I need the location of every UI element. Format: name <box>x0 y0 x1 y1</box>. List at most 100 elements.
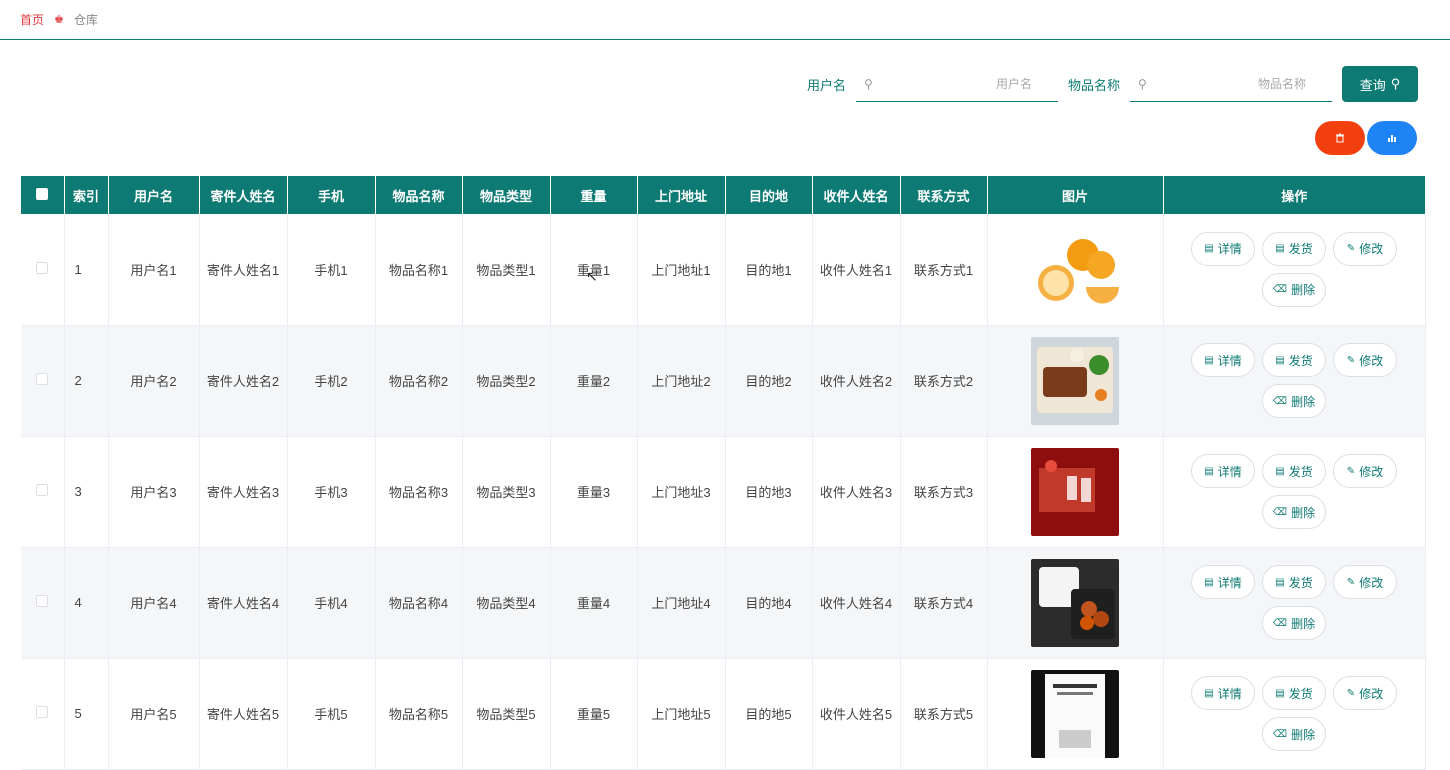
delete-button[interactable]: ⌫ 删除 <box>1262 384 1326 418</box>
item-type-cell: 物品类型2 <box>462 325 551 437</box>
document-icon: ▤ <box>1204 687 1214 699</box>
sender-name-cell: 寄件人姓名3 <box>199 436 288 548</box>
row-checkbox[interactable] <box>36 373 49 385</box>
delete-button[interactable]: ⌫ 删除 <box>1262 606 1326 640</box>
search-icon: ⚲ <box>863 76 873 91</box>
detail-button[interactable]: ▤ 详情 <box>1191 231 1255 266</box>
item-name-cell: 物品名称4 <box>375 547 463 659</box>
item-image-bento-meat[interactable] <box>1031 336 1119 425</box>
edit-label: 修改 <box>1359 242 1384 257</box>
breadcrumb-home[interactable]: 首页 <box>20 11 44 28</box>
detail-button[interactable]: ▤ 详情 <box>1191 343 1255 377</box>
delete-label: 删除 <box>1291 505 1316 520</box>
weight-cell: 重量5 <box>550 658 638 770</box>
edit-button[interactable]: ✎ 修改 <box>1333 343 1397 377</box>
table-row[interactable]: 5 用户名5 寄件人姓名5 手机5 物品名称5 物品类型5 重量5 上门地址5 目的地5 收件人姓… <box>21 658 1426 770</box>
destination-cell: 目的地3 <box>725 436 813 548</box>
username-label: 用户名 <box>806 77 846 93</box>
item-name-input[interactable] <box>1151 76 1324 91</box>
column-header: 寄件人姓名 <box>199 176 288 214</box>
ship-button[interactable]: ▤ 发货 <box>1262 676 1326 710</box>
detail-button[interactable]: ▤ 详情 <box>1191 565 1255 599</box>
select-all-checkbox[interactable] <box>36 187 49 200</box>
query-button[interactable]: 查询 ⚲ <box>1342 66 1418 102</box>
delete-button[interactable]: ⌫ 删除 <box>1262 717 1326 751</box>
sender-name-cell: 寄件人姓名2 <box>199 325 288 437</box>
table-row[interactable]: 2 用户名2 寄件人姓名2 手机2 物品名称2 物品类型2 重量2 上门地址2 目的地2 收件人姓… <box>21 325 1426 437</box>
username-cell: 用户名4 <box>108 547 200 659</box>
mouse-cursor-icon: ↖ <box>586 268 598 284</box>
destination-cell: 目的地2 <box>725 325 813 437</box>
delete-button[interactable]: ⌫ 删除 <box>1262 272 1326 307</box>
sender-name-cell: 寄件人姓名5 <box>199 658 288 770</box>
index-cell: 5 <box>64 658 109 770</box>
pickup-address-cell: 上门地址1 <box>637 214 726 326</box>
row-checkbox[interactable] <box>36 706 49 718</box>
ship-button[interactable]: ▤ 发货 <box>1262 343 1326 377</box>
delete-label: 删除 <box>1291 727 1316 742</box>
item-name-label: 物品名称 <box>1067 77 1120 93</box>
image-cell <box>987 658 1164 770</box>
row-checkbox[interactable] <box>36 261 49 274</box>
phone-cell: 手机3 <box>287 436 376 548</box>
row-actions: ▤ 详情 ▤ 发货 ✎ 修改 ⌫ 删除 <box>1184 231 1404 307</box>
ship-button[interactable]: ▤ 发货 <box>1262 454 1326 488</box>
item-image-rice-chicken[interactable] <box>1031 558 1119 647</box>
table-header-row: 索引 用户名 寄件人姓名 手机 物品名称 物品类型 重量 上门地址 目的地 收件… <box>21 176 1425 214</box>
ship-button[interactable]: ▤ 发货 <box>1262 231 1326 266</box>
data-table: 索引 用户名 寄件人姓名 手机 物品名称 物品类型 重量 上门地址 目的地 收件… <box>21 176 1426 770</box>
edit-button[interactable]: ✎ 修改 <box>1333 565 1397 599</box>
delete-button[interactable]: ⌫ 删除 <box>1262 495 1326 529</box>
item-type-cell: 物品类型3 <box>462 436 551 548</box>
document-icon: ▤ <box>1204 465 1214 477</box>
pencil-icon: ✎ <box>1346 465 1356 477</box>
username-input[interactable] <box>876 76 1050 91</box>
row-select-cell <box>21 436 65 548</box>
image-cell <box>987 325 1164 437</box>
detail-button[interactable]: ▤ 详情 <box>1191 454 1255 488</box>
bulk-actions <box>1315 121 1417 155</box>
query-label: 查询 <box>1359 77 1386 93</box>
edit-button[interactable]: ✎ 修改 <box>1333 231 1397 266</box>
column-header: 物品类型 <box>462 176 551 214</box>
actions-cell: ▤ 详情 ▤ 发货 ✎ 修改 ⌫ 删除 <box>1163 547 1426 659</box>
table-row[interactable]: 4 用户名4 寄件人姓名4 手机4 物品名称4 物品类型4 重量4 上门地址4 目的地4 收件人姓… <box>21 547 1426 659</box>
trash-icon: ⌫ <box>1272 284 1288 296</box>
document-icon: ▤ <box>1275 687 1285 699</box>
pencil-icon: ✎ <box>1346 243 1356 255</box>
column-header: 重量 <box>550 176 638 214</box>
edit-label: 修改 <box>1359 353 1384 368</box>
receiver-name-cell: 收件人姓名4 <box>812 547 901 659</box>
table-row[interactable]: 1 用户名1 寄件人姓名1 手机1 物品名称1 物品类型1 重量1 上门地址1 目的地1 收件人姓… <box>21 214 1426 326</box>
row-checkbox[interactable] <box>36 595 49 607</box>
column-header: 物品名称 <box>375 176 463 214</box>
ship-button[interactable]: ▤ 发货 <box>1262 565 1326 599</box>
column-header: 收件人姓名 <box>812 176 901 214</box>
weight-cell: 重量2 <box>550 325 638 437</box>
item-image-red-gift-box[interactable] <box>1031 447 1119 536</box>
edit-label: 修改 <box>1359 464 1384 479</box>
edit-button[interactable]: ✎ 修改 <box>1333 676 1397 710</box>
detail-button[interactable]: ▤ 详情 <box>1191 676 1255 710</box>
item-image-oranges[interactable] <box>1031 225 1119 314</box>
row-checkbox[interactable] <box>36 484 49 496</box>
actions-cell: ▤ 详情 ▤ 发货 ✎ 修改 ⌫ 删除 <box>1163 658 1426 770</box>
weight-cell: 重量3 <box>550 436 638 548</box>
phone-cell: 手机5 <box>287 658 376 770</box>
ship-label: 发货 <box>1288 686 1313 701</box>
item-type-cell: 物品类型5 <box>462 658 551 770</box>
edit-button[interactable]: ✎ 修改 <box>1333 454 1397 488</box>
delete-label: 删除 <box>1291 616 1316 631</box>
search-icon: ⚲ <box>1390 76 1401 91</box>
statistics-button[interactable] <box>1367 121 1417 155</box>
bulk-delete-button[interactable] <box>1315 121 1365 155</box>
document-icon: ▤ <box>1275 354 1285 366</box>
ship-label: 发货 <box>1288 353 1313 368</box>
item-image-book[interactable] <box>1031 669 1119 758</box>
item-name-field: ⚲ <box>1130 66 1332 102</box>
destination-cell: 目的地5 <box>725 658 813 770</box>
table-row[interactable]: 3 用户名3 寄件人姓名3 手机3 物品名称3 物品类型3 重量3 上门地址3 目的地3 收件人姓… <box>21 436 1426 548</box>
username-cell: 用户名1 <box>108 214 200 326</box>
search-bar: 用户名 ⚲ 物品名称 ⚲ 查询 ⚲ <box>807 66 1418 102</box>
item-type-cell: 物品类型4 <box>462 547 551 659</box>
